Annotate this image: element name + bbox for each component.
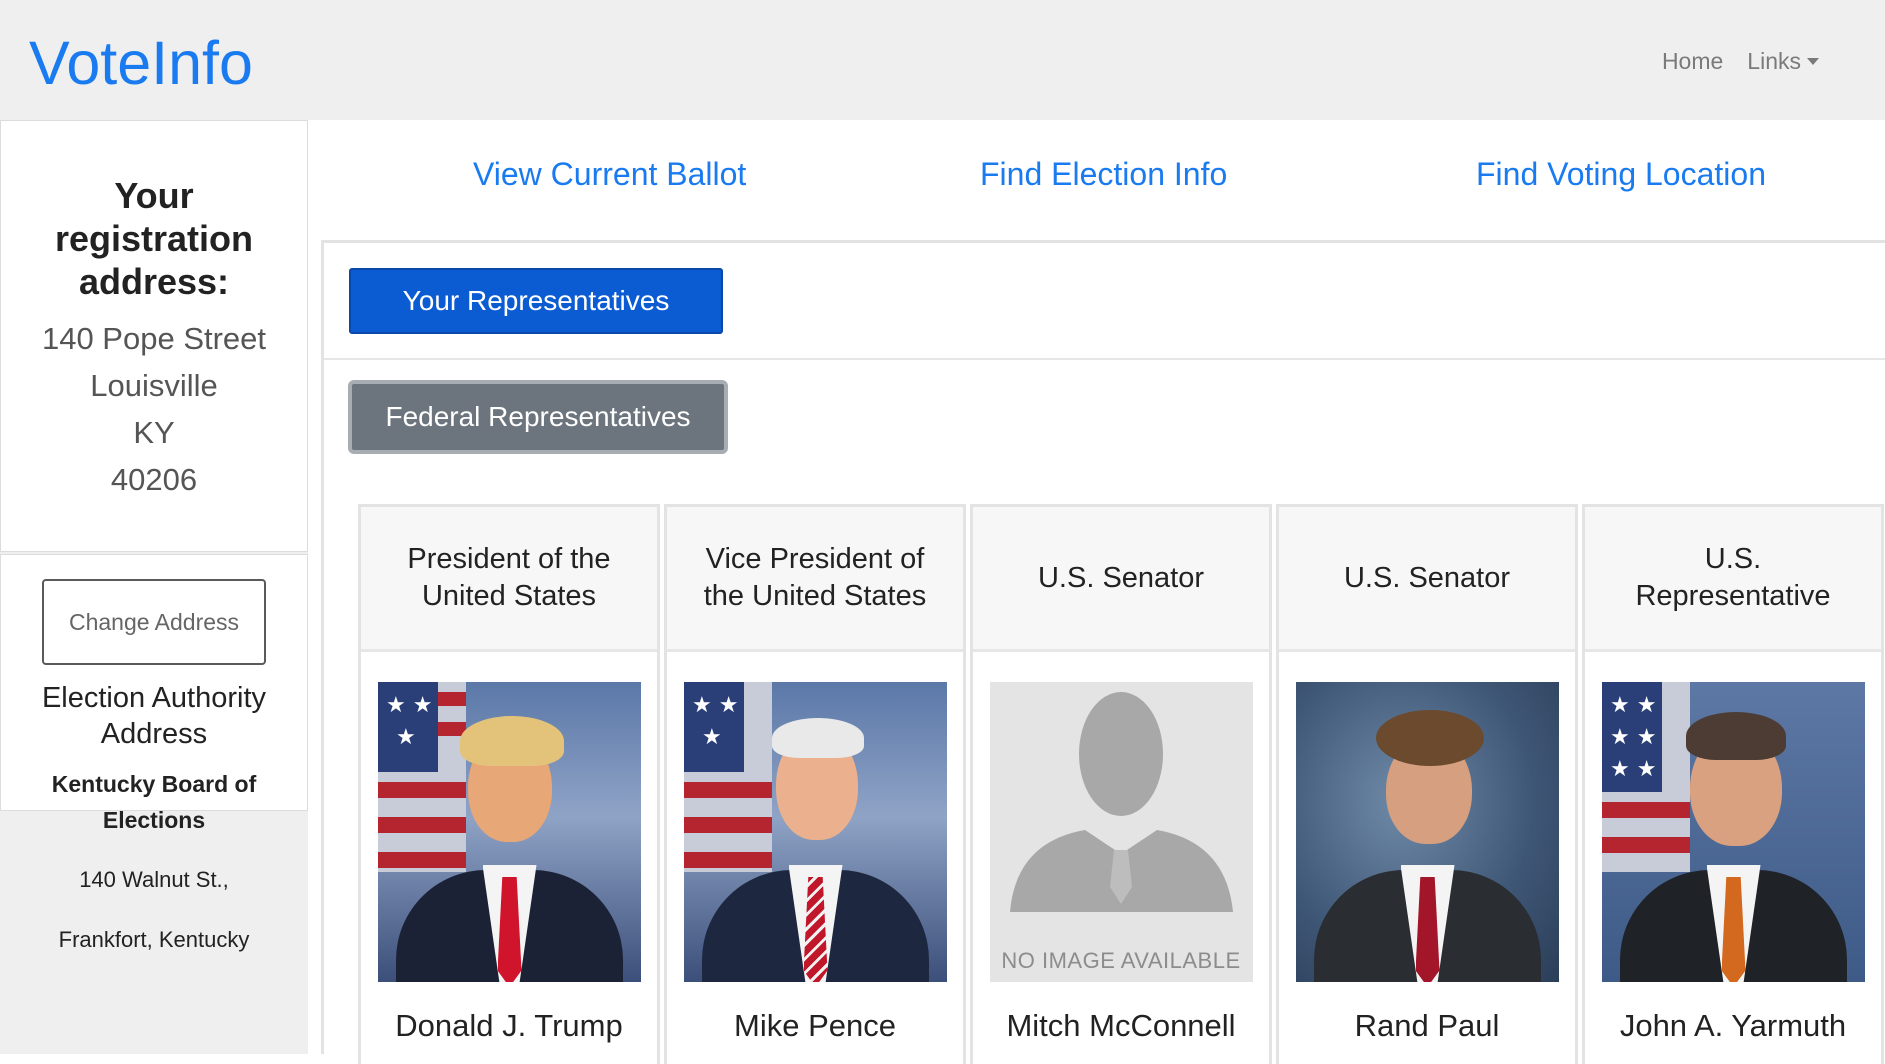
your-representatives-button[interactable]: Your Representatives bbox=[349, 268, 723, 334]
address-state: KY bbox=[133, 415, 175, 450]
rep-name[interactable]: Mitch McConnell bbox=[973, 1006, 1269, 1046]
brand-logo[interactable]: VoteInfo bbox=[29, 28, 253, 98]
caret-down-icon bbox=[1807, 57, 1819, 65]
office-title: U.S. Senator bbox=[973, 507, 1269, 652]
navbar: VoteInfo Home Links bbox=[0, 0, 1885, 120]
authority-title: Election Authority Address bbox=[41, 682, 267, 750]
federal-representatives-button[interactable]: Federal Representatives bbox=[348, 380, 728, 454]
address-zip: 40206 bbox=[110, 462, 198, 497]
registration-card: Your registration address: 140 Pope Stre… bbox=[0, 120, 308, 552]
rep-card-president[interactable]: President of the United States ★ ★ ★ Don… bbox=[358, 504, 660, 1064]
rep-photo-placeholder[interactable]: NO IMAGE AVAILABLE bbox=[989, 682, 1253, 982]
office-title: U.S. Senator bbox=[1279, 507, 1575, 652]
flag-icon: ★ ★ ★ bbox=[683, 682, 772, 872]
rep-card-senator-2[interactable]: U.S. Senator Rand Paul bbox=[1276, 504, 1578, 1064]
representatives-panel: Your Representatives Federal Representat… bbox=[321, 240, 1885, 1064]
change-address-button[interactable]: Change Address bbox=[42, 579, 266, 665]
svg-text:★ ★: ★ ★ bbox=[386, 693, 432, 718]
authority-street: 140 Walnut St., bbox=[79, 867, 229, 892]
rep-card-senator-1[interactable]: U.S. Senator NO IMAGE AVAILABLE Mitch Mc… bbox=[970, 504, 1272, 1064]
nav-home[interactable]: Home bbox=[1662, 46, 1723, 76]
panel-header: Your Representatives bbox=[324, 243, 1885, 360]
rep-photo[interactable]: ★ ★ ★ bbox=[683, 682, 947, 982]
rep-photo[interactable]: ★ ★ ★ bbox=[377, 682, 641, 982]
authority-name: Kentucky Board of Elections bbox=[51, 771, 257, 833]
authority-city: Frankfort, Kentucky bbox=[58, 927, 250, 952]
flag-icon: ★ ★ ★ ★ ★ ★ bbox=[1601, 682, 1690, 872]
svg-text:★ ★: ★ ★ bbox=[1610, 725, 1656, 750]
nav-links-label: Links bbox=[1747, 48, 1801, 74]
person-silhouette-icon bbox=[1009, 692, 1233, 912]
no-image-text: NO IMAGE AVAILABLE bbox=[1001, 948, 1241, 973]
svg-text:★ ★: ★ ★ bbox=[1610, 693, 1656, 718]
rep-name[interactable]: Mike Pence bbox=[667, 1006, 963, 1046]
rep-name[interactable]: Donald J. Trump bbox=[361, 1006, 657, 1046]
rep-card-representative[interactable]: U.S. Representative ★ ★ ★ ★ ★ ★ John A. … bbox=[1582, 504, 1884, 1064]
section-nav: View Current Ballot Find Election Info F… bbox=[308, 120, 1885, 240]
svg-text:★ ★: ★ ★ bbox=[1610, 757, 1656, 782]
flag-icon: ★ ★ ★ bbox=[377, 682, 466, 872]
rep-card-vice-president[interactable]: Vice President of the United States ★ ★ … bbox=[664, 504, 966, 1064]
svg-text:★ ★: ★ ★ bbox=[692, 693, 738, 718]
office-title: Vice President of the United States bbox=[667, 507, 963, 652]
rep-photo[interactable] bbox=[1295, 682, 1559, 982]
tab-view-ballot[interactable]: View Current Ballot bbox=[473, 154, 746, 194]
tab-election-info[interactable]: Find Election Info bbox=[980, 154, 1227, 194]
address-city: Louisville bbox=[90, 368, 218, 403]
election-authority: Election Authority Address Kentucky Boar… bbox=[0, 680, 308, 958]
svg-text:★: ★ bbox=[396, 725, 416, 750]
nav-links-dropdown[interactable]: Links bbox=[1747, 46, 1819, 76]
office-title: President of the United States bbox=[361, 507, 657, 652]
registration-address: 140 Pope Street Louisville KY 40206 bbox=[1, 315, 307, 503]
svg-text:★: ★ bbox=[702, 725, 722, 750]
address-street: 140 Pope Street bbox=[41, 321, 267, 356]
tab-voting-location[interactable]: Find Voting Location bbox=[1476, 154, 1766, 194]
office-title: U.S. Representative bbox=[1585, 507, 1881, 652]
registration-title: Your registration address: bbox=[54, 175, 254, 302]
rep-name[interactable]: John A. Yarmuth bbox=[1585, 1006, 1881, 1046]
sidebar: Your registration address: 140 Pope Stre… bbox=[0, 120, 308, 1054]
rep-photo[interactable]: ★ ★ ★ ★ ★ ★ bbox=[1601, 682, 1865, 982]
rep-name[interactable]: Rand Paul bbox=[1279, 1006, 1575, 1046]
representative-cards: President of the United States ★ ★ ★ Don… bbox=[358, 504, 1884, 1064]
nav-links: Home Links bbox=[1662, 46, 1819, 76]
